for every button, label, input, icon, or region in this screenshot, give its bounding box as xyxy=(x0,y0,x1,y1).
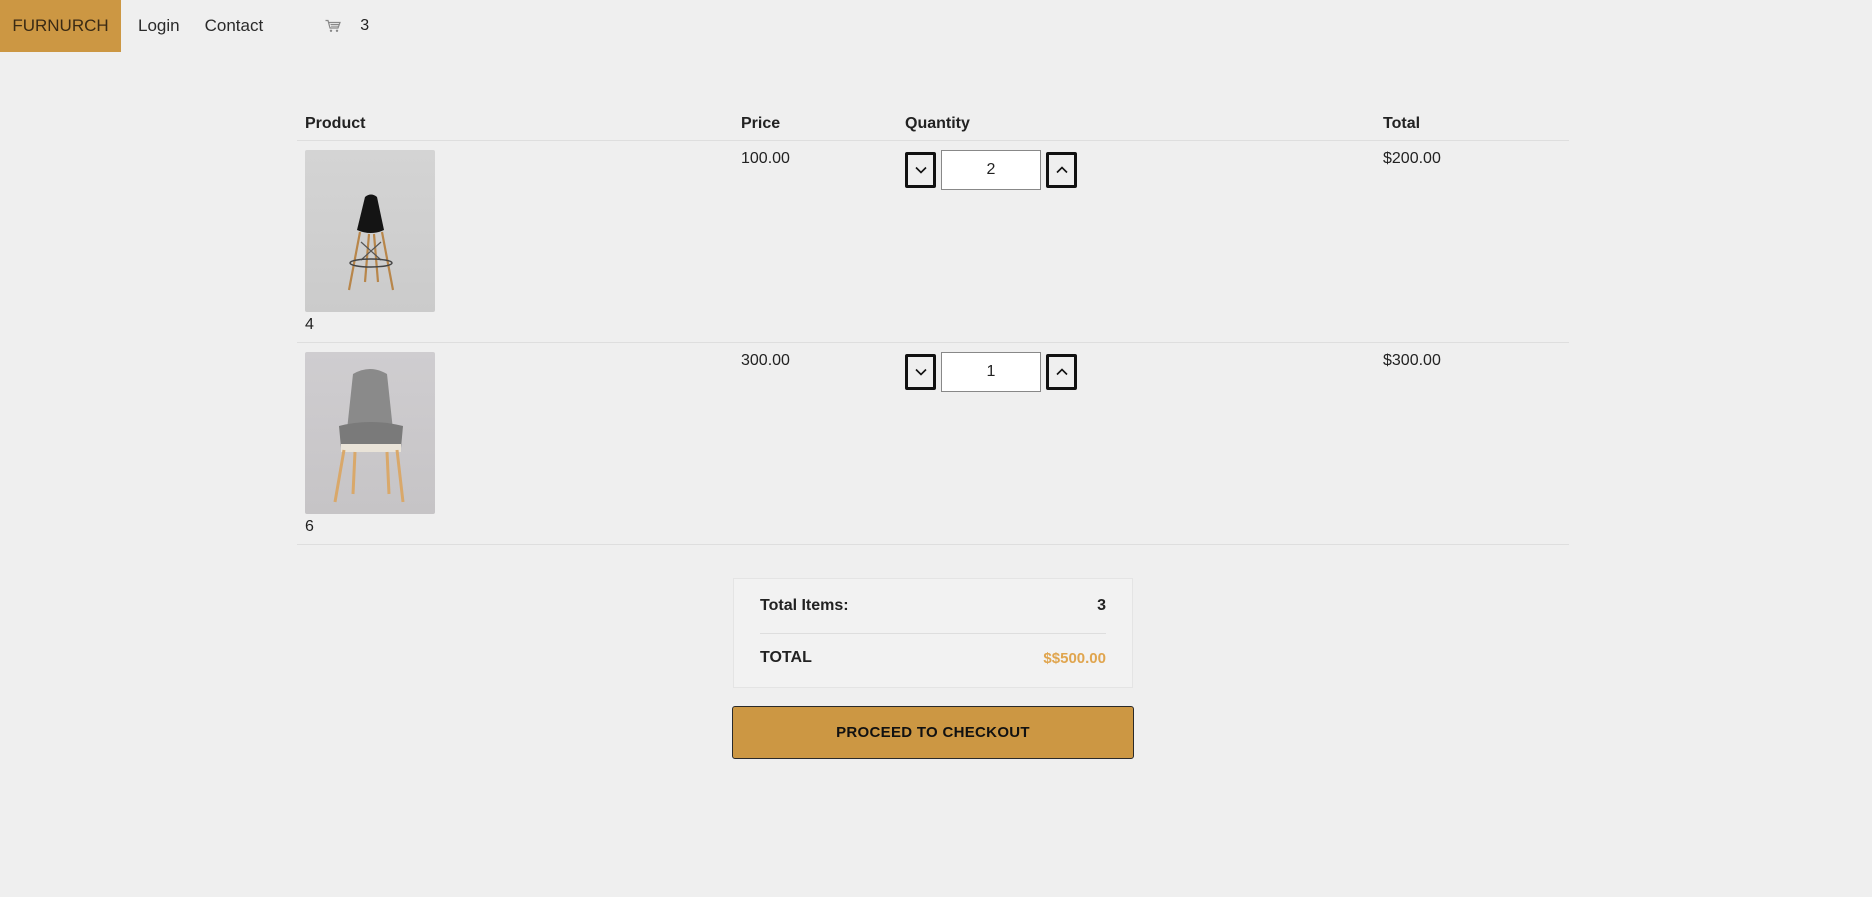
header-product: Product xyxy=(305,115,366,132)
summary-items-row: Total Items: 3 xyxy=(760,579,1106,634)
total-cell: $200.00 xyxy=(1383,150,1441,167)
order-summary-panel: Total Items: 3 TOTAL $$500.00 xyxy=(733,578,1133,688)
cart-link[interactable] xyxy=(325,19,342,33)
shopping-cart-icon xyxy=(325,19,342,32)
quantity-stepper xyxy=(905,352,1383,392)
decrease-quantity-button[interactable] xyxy=(905,354,936,390)
table-header-row: Product Price Quantity Total xyxy=(297,108,1569,141)
product-id: 6 xyxy=(305,518,314,535)
cart-count-badge: 3 xyxy=(360,17,370,34)
quantity-input[interactable] xyxy=(941,150,1041,190)
product-image-black-bar-stool[interactable] xyxy=(305,150,435,312)
nav-contact-link[interactable]: Contact xyxy=(205,16,264,36)
brand-logo-link[interactable]: FURNURCH xyxy=(0,0,121,52)
decrease-quantity-button[interactable] xyxy=(905,152,936,188)
grand-total-value: $$500.00 xyxy=(1043,649,1106,667)
price-cell: 100.00 xyxy=(741,150,790,167)
price-cell: 300.00 xyxy=(741,352,790,369)
table-row: 4 100.00 $200.00 xyxy=(297,141,1569,343)
total-items-label: Total Items: xyxy=(760,597,849,614)
header-price: Price xyxy=(741,115,781,132)
top-navbar: FURNURCH Login Contact 3 xyxy=(0,0,369,52)
chevron-up-icon xyxy=(1055,166,1068,174)
summary-total-row: TOTAL $$500.00 xyxy=(760,634,1106,682)
chevron-down-icon xyxy=(914,368,927,376)
total-cell: $300.00 xyxy=(1383,352,1441,369)
header-quantity: Quantity xyxy=(905,115,970,132)
quantity-stepper xyxy=(905,150,1383,190)
quantity-cell xyxy=(905,141,1383,342)
product-cell: 6 xyxy=(297,343,741,544)
chevron-down-icon xyxy=(914,166,927,174)
product-image-grey-upholstered-chair[interactable] xyxy=(305,352,435,514)
grand-total-label: TOTAL xyxy=(760,649,812,666)
header-total: Total xyxy=(1383,115,1421,132)
increase-quantity-button[interactable] xyxy=(1046,354,1077,390)
proceed-to-checkout-button[interactable]: PROCEED TO CHECKOUT xyxy=(732,706,1134,759)
increase-quantity-button[interactable] xyxy=(1046,152,1077,188)
product-cell: 4 xyxy=(297,141,741,342)
chevron-up-icon xyxy=(1055,368,1068,376)
quantity-input[interactable] xyxy=(941,352,1041,392)
cart-table: Product Price Quantity Total 4 100.00 2 … xyxy=(297,108,1569,545)
product-id: 4 xyxy=(305,316,314,333)
quantity-cell xyxy=(905,343,1383,544)
total-items-value: 3 xyxy=(1097,597,1106,614)
table-row: 6 300.00 $300.00 xyxy=(297,343,1569,545)
nav-login-link[interactable]: Login xyxy=(138,16,180,36)
